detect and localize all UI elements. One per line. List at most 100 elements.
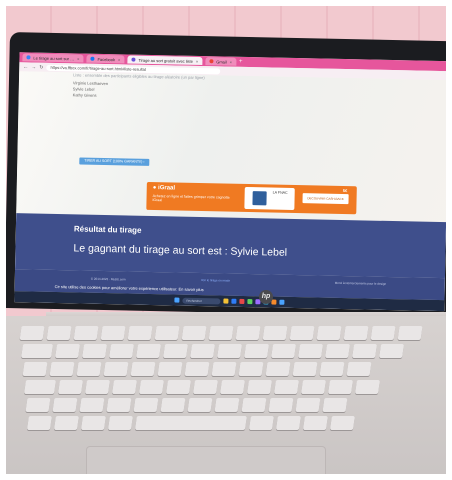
keyboard-key — [22, 362, 48, 376]
windows-start-icon[interactable] — [174, 297, 180, 303]
browser-tab[interactable]: Gmail × — [205, 57, 237, 66]
result-section: Résultat du tirage Le gagnant du tirage … — [15, 213, 446, 279]
keyboard-key — [274, 380, 299, 394]
keyboard-key — [26, 416, 52, 430]
keyboard-key — [220, 380, 245, 394]
taskbar-search[interactable]: Rechercher — [182, 297, 221, 304]
keyboard-key — [112, 380, 137, 394]
reload-icon[interactable]: ↻ — [39, 64, 43, 70]
keyboard — [6, 326, 446, 462]
tablet-icon — [252, 191, 267, 206]
keyboard-key — [289, 326, 315, 340]
taskbar-app-icon[interactable] — [247, 299, 253, 305]
keyboard-key — [58, 380, 83, 394]
forward-icon[interactable]: → — [31, 64, 36, 70]
participant-list[interactable]: Virginie Lesthaeven Sylvie Lebel Kathy G… — [73, 80, 108, 99]
keyboard-key — [52, 398, 78, 412]
close-icon[interactable]: × — [118, 57, 120, 62]
ad-banner[interactable]: ● iGraal Achetez en ligne et faites grim… — [146, 181, 357, 215]
keyboard-key — [53, 416, 79, 430]
close-icon[interactable]: × — [230, 59, 232, 64]
taskbar-app-icon[interactable] — [231, 298, 237, 304]
keyboard-key — [211, 362, 237, 376]
close-icon[interactable]: × — [196, 58, 198, 63]
keyboard-key — [319, 362, 345, 376]
keyboard-key — [127, 326, 153, 340]
browser-tab-active[interactable]: Tirage au sort gratuit avec liste × — [127, 55, 203, 66]
ad-cta-button[interactable]: DECOUVRIR CASH-BACK — [302, 193, 349, 205]
result-title: Résultat du tirage — [73, 224, 142, 235]
browser-tab[interactable]: Facebook × — [86, 54, 125, 64]
laptop-screen: Le tirage au sort sur … × Facebook × Tir… — [14, 52, 446, 312]
ad-badge: 5€ — [342, 188, 348, 194]
keyboard-row — [26, 416, 446, 430]
keyboard-key — [397, 326, 423, 340]
touchpad — [86, 446, 326, 474]
ad-text: Achetez en ligne et faites grimper votre… — [152, 194, 230, 203]
close-icon[interactable]: × — [77, 56, 79, 61]
ad-product-image: LA FNAC — [244, 186, 295, 210]
list-item: Kathy Givens — [72, 92, 97, 98]
taskbar-app-icon[interactable] — [279, 299, 285, 305]
keyboard-key — [328, 380, 353, 394]
keyboard-key — [109, 344, 135, 358]
keyboard-key — [292, 362, 318, 376]
taskbar-app-icon[interactable] — [239, 298, 245, 304]
keyboard-key — [265, 362, 291, 376]
keyboard-key — [55, 344, 81, 358]
keyboard-key — [136, 344, 162, 358]
keyboard-row — [21, 344, 446, 358]
keyboard-key — [322, 398, 348, 412]
keyboard-row — [24, 380, 446, 394]
keyboard-key — [133, 398, 159, 412]
keyboard-key — [352, 344, 378, 358]
footer-link[interactable]: Voir le tirage en mode — [201, 278, 230, 283]
footer-credits: Merci à Remerciements pour le design — [334, 280, 387, 286]
keyboard-key — [160, 398, 186, 412]
keyboard-key — [100, 326, 126, 340]
web-page: Liste : ensemble des participants éligib… — [14, 71, 446, 312]
keyboard-key — [271, 344, 297, 358]
keyboard-key — [79, 398, 105, 412]
photo-scene: Le tirage au sort sur … × Facebook × Tir… — [6, 6, 446, 474]
keyboard-key — [190, 344, 216, 358]
taskbar-app-icon[interactable] — [223, 298, 229, 304]
keyboard-key — [46, 326, 72, 340]
keyboard-key — [184, 362, 210, 376]
keyboard-key — [25, 398, 51, 412]
keyboard-key — [21, 344, 54, 358]
cookie-notice[interactable]: Ce site utilise des cookies pour amélior… — [55, 284, 204, 292]
keyboard-key — [106, 398, 132, 412]
keyboard-key — [181, 326, 207, 340]
keyboard-key — [275, 416, 301, 430]
keyboard-key — [235, 326, 261, 340]
keyboard-key — [295, 398, 321, 412]
hp-logo: hp — [259, 290, 273, 304]
keyboard-key — [134, 416, 247, 430]
result-winner-text: Le gagnant du tirage au sort est : Sylvi… — [73, 242, 288, 259]
draw-button[interactable]: TIRER AU SORT (100% GARANTI!) › — [79, 157, 150, 166]
keyboard-key — [208, 326, 234, 340]
keyboard-key — [80, 416, 106, 430]
keyboard-key — [346, 362, 372, 376]
back-icon[interactable]: ← — [23, 64, 28, 70]
keyboard-key — [379, 344, 405, 358]
keyboard-key — [130, 362, 156, 376]
new-tab-button[interactable]: + — [239, 59, 243, 65]
browser-tab[interactable]: Le tirage au sort sur … × — [22, 53, 84, 63]
keyboard-key — [19, 326, 45, 340]
keyboard-key — [24, 380, 56, 394]
keyboard-row — [22, 362, 446, 376]
tab-favicon-icon — [26, 55, 31, 60]
tab-favicon-icon — [90, 56, 95, 61]
keyboard-key — [298, 344, 324, 358]
keyboard-key — [238, 362, 264, 376]
tab-favicon-icon — [209, 59, 214, 64]
keyboard-key — [241, 398, 267, 412]
keyboard-key — [73, 326, 99, 340]
keyboard-key — [248, 416, 274, 430]
keyboard-key — [103, 362, 129, 376]
keyboard-key — [76, 362, 102, 376]
keyboard-key — [268, 398, 294, 412]
keyboard-key — [325, 344, 351, 358]
